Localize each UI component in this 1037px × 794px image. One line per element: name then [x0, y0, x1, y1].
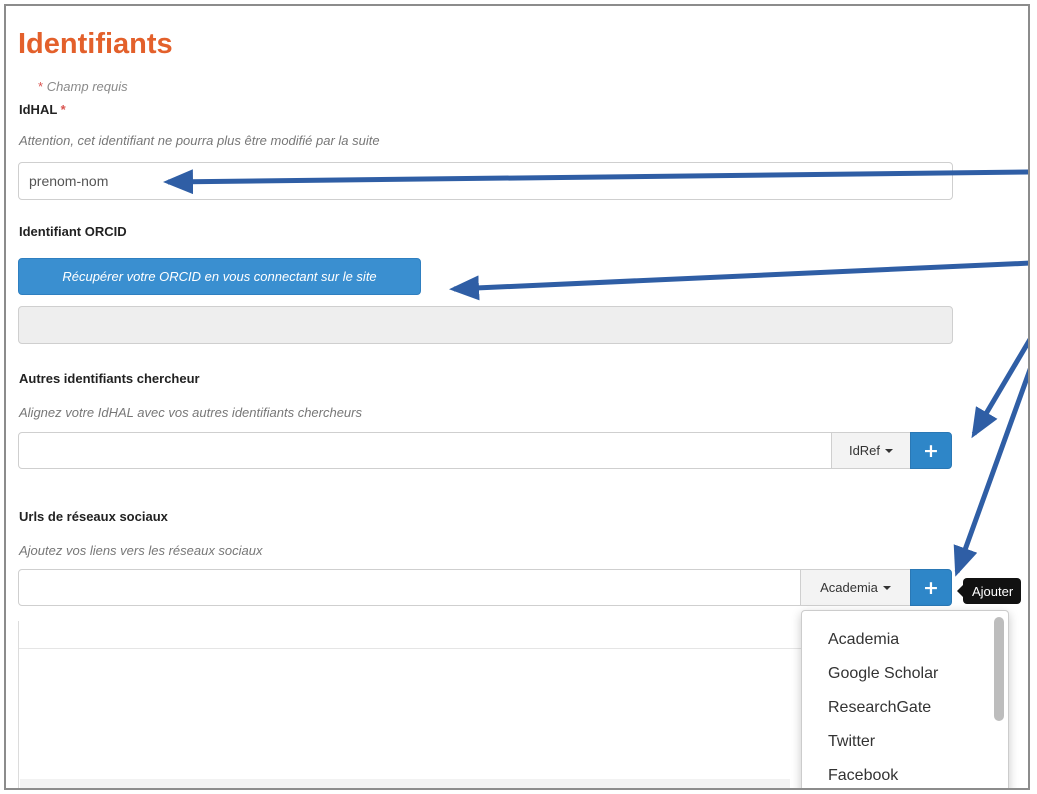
- required-note: * Champ requis: [38, 79, 128, 94]
- required-note-text: Champ requis: [46, 79, 128, 94]
- add-tooltip: Ajouter: [957, 578, 1022, 604]
- add-other-id-button[interactable]: +: [910, 432, 952, 469]
- caret-down-icon: [882, 585, 891, 590]
- add-social-url-button[interactable]: +: [910, 569, 952, 606]
- panel-left-border: [18, 621, 19, 788]
- dropdown-options: Academia Google Scholar ResearchGate Twitte…: [802, 611, 1008, 788]
- idhal-label-text: IdHAL: [19, 102, 58, 117]
- plus-icon: +: [923, 576, 939, 599]
- page-title: Identifiants: [18, 28, 173, 60]
- arrow-annotation-icon: [449, 260, 1028, 301]
- form-panel: Identifiants * Champ requis IdHAL * Atte…: [4, 4, 1030, 790]
- other-ids-help: Alignez votre IdHAL avec vos autres iden…: [19, 405, 362, 420]
- other-id-type-select[interactable]: IdRef: [831, 432, 911, 469]
- social-type-label: Academia: [820, 580, 878, 595]
- dropdown-option[interactable]: ResearchGate: [802, 691, 1008, 725]
- bottom-strip: [20, 779, 790, 788]
- tooltip-arrow: [957, 585, 963, 597]
- social-label: Urls de réseaux sociaux: [19, 509, 168, 524]
- other-ids-label: Autres identifiants chercheur: [19, 371, 200, 386]
- idhal-input[interactable]: [18, 162, 953, 200]
- social-type-select[interactable]: Academia: [800, 569, 911, 606]
- tooltip-text: Ajouter: [972, 583, 1014, 599]
- orcid-connect-button[interactable]: Récupérer votre ORCID en vous connectant…: [18, 258, 421, 295]
- orcid-label: Identifiant ORCID: [19, 224, 127, 239]
- social-url-input[interactable]: [18, 569, 801, 606]
- orcid-field: [18, 306, 953, 344]
- caret-down-icon: [885, 448, 894, 453]
- other-id-type-label: IdRef: [848, 443, 881, 458]
- required-star: *: [38, 79, 44, 94]
- other-id-input[interactable]: [18, 432, 832, 469]
- dropdown-scrollbar[interactable]: [994, 615, 1004, 788]
- dropdown-option[interactable]: Google Scholar: [802, 657, 1008, 691]
- social-type-dropdown[interactable]: Academia Google Scholar ResearchGate Twitte…: [801, 610, 1009, 788]
- dropdown-option[interactable]: Academia: [802, 623, 1008, 657]
- social-help: Ajoutez vos liens vers les réseaux socia…: [19, 543, 263, 558]
- arrow-annotation-icon: [971, 337, 1028, 439]
- dropdown-option[interactable]: Twitter: [802, 725, 1008, 759]
- arrow-annotation-icon: [953, 367, 1028, 577]
- plus-icon: +: [923, 439, 939, 462]
- idhal-help: Attention, cet identifiant ne pourra plu…: [19, 133, 380, 148]
- idhal-required-star: *: [60, 102, 66, 117]
- idhal-label: IdHAL *: [19, 102, 66, 117]
- dropdown-option[interactable]: Facebook: [802, 759, 1008, 788]
- dropdown-scroll-thumb[interactable]: [994, 617, 1004, 721]
